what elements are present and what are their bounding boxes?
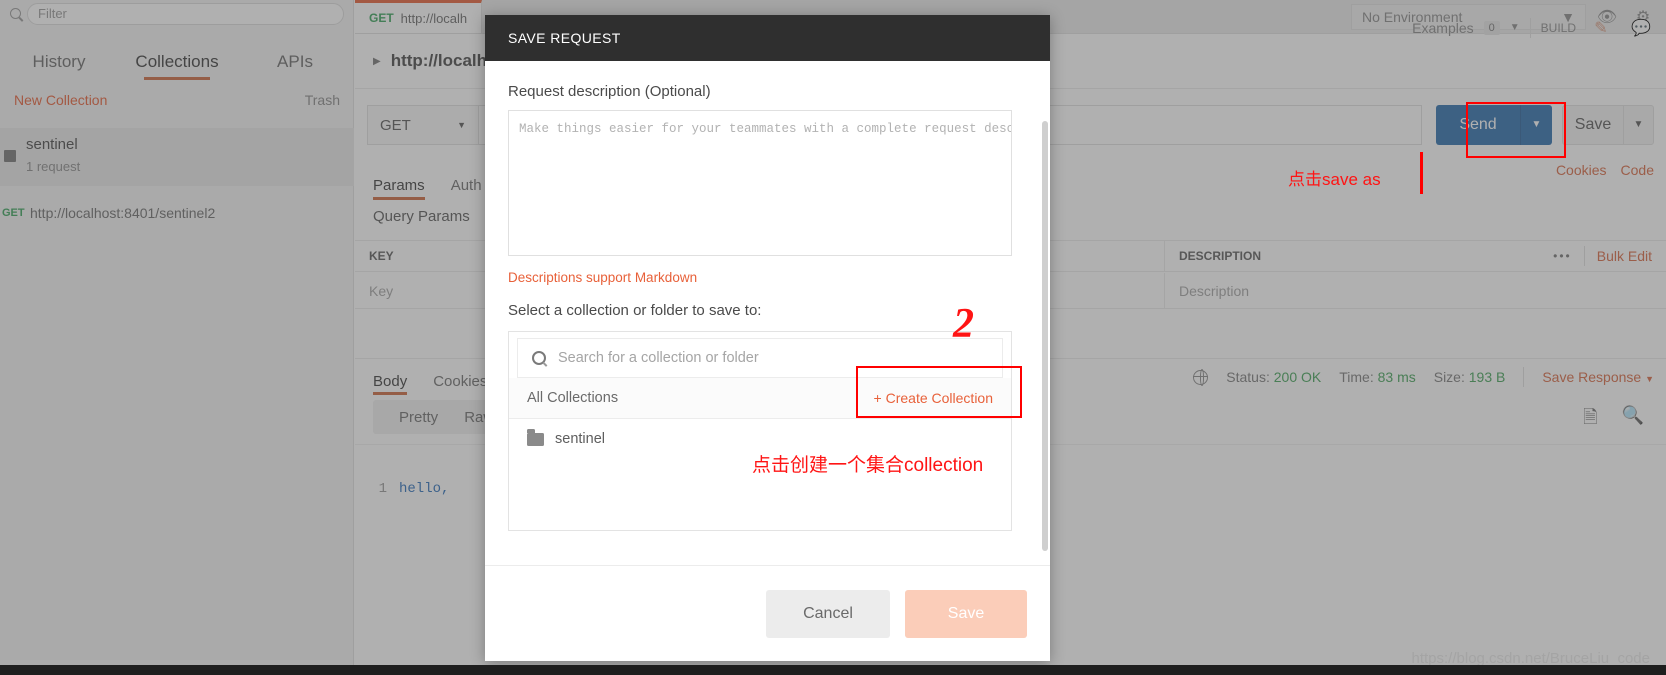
annotation-step-2: 2 [953, 301, 974, 347]
annotation-pointer-line [1420, 152, 1423, 194]
markdown-link[interactable]: Markdown [635, 270, 697, 285]
modal-footer: Cancel Save [485, 565, 1050, 661]
modal-title-bar: SAVE REQUEST [485, 15, 1050, 61]
annotation-create-collection-text: 点击创建一个集合collection [752, 455, 984, 476]
annotation-save-as-text: 点击save as [1288, 170, 1381, 189]
folder-icon [527, 429, 544, 446]
description-textarea[interactable]: Make things easier for your teammates wi… [508, 110, 1012, 256]
all-collections-label: All Collections [527, 390, 619, 406]
cancel-button[interactable]: Cancel [766, 589, 890, 638]
collection-picker: Search for a collection or folder All Co… [508, 331, 1012, 531]
search-icon [532, 351, 546, 365]
bottom-strip [0, 665, 1666, 675]
cancel-button-label: Cancel [803, 604, 853, 622]
description-placeholder: Make things easier for your teammates wi… [519, 122, 1011, 136]
annotation-box-create-collection [856, 366, 1022, 418]
postman-app-window: Filter History Collections APIs New Coll… [0, 0, 1666, 675]
collection-picker-item-label: sentinel [555, 431, 605, 447]
modal-save-button[interactable]: Save [905, 589, 1027, 638]
markdown-note-prefix: Descriptions support [508, 270, 635, 285]
collection-search-placeholder: Search for a collection or folder [558, 350, 759, 366]
modal-scrollbar[interactable] [1042, 121, 1048, 551]
annotation-box-save-button [1466, 102, 1566, 158]
markdown-note: Descriptions support Markdown [508, 270, 1027, 285]
modal-title: SAVE REQUEST [508, 30, 621, 46]
modal-save-button-label: Save [947, 604, 985, 622]
description-label: Request description (Optional) [508, 83, 711, 100]
select-collection-label: Select a collection or folder to save to… [508, 302, 762, 319]
